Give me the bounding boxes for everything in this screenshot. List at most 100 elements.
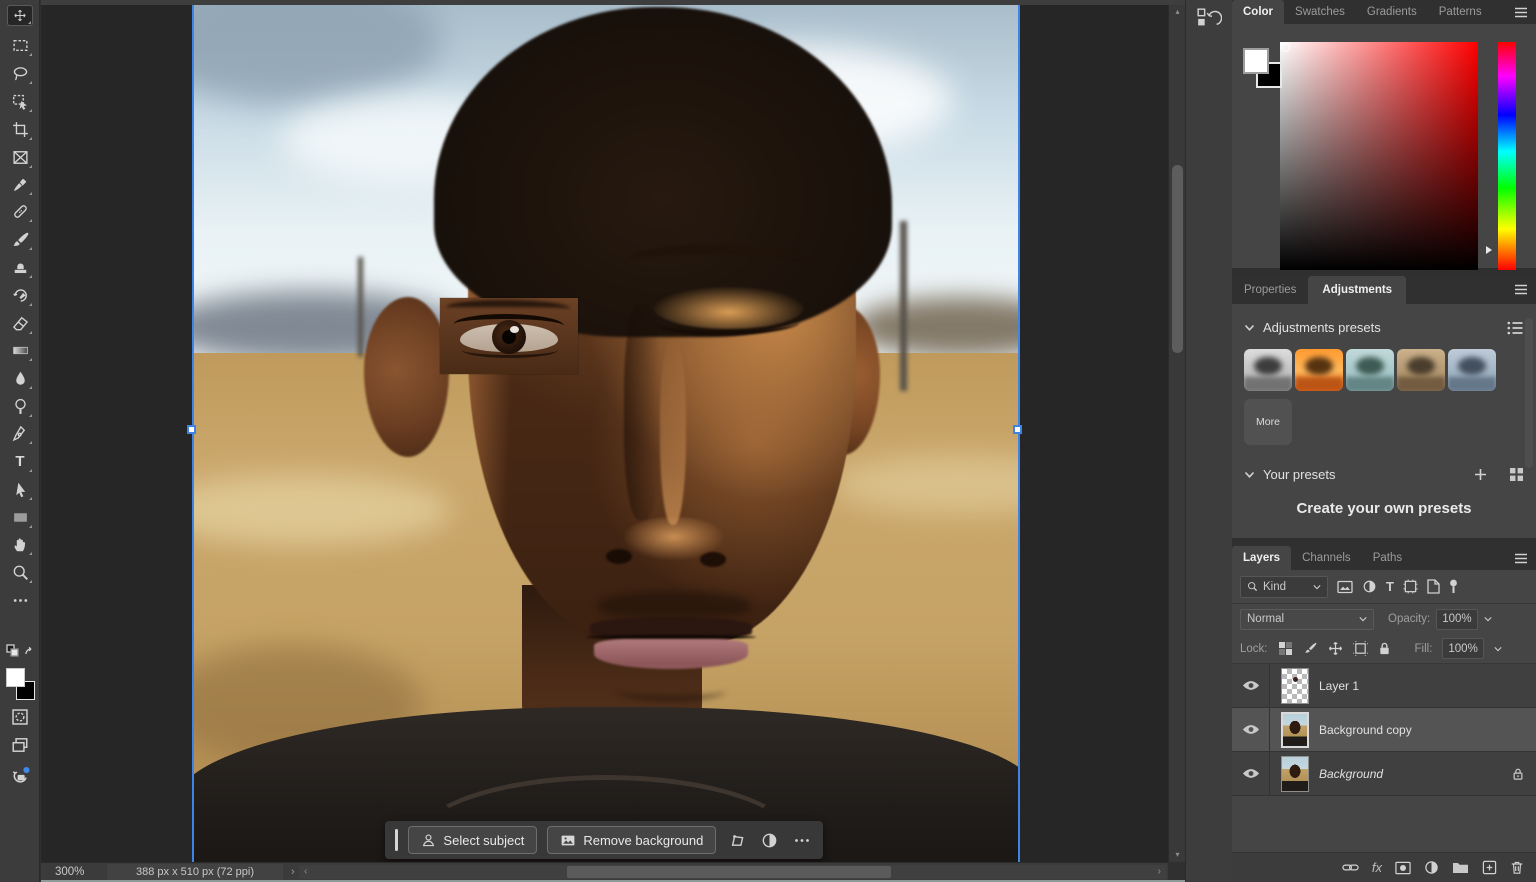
crop-tool[interactable]: [7, 117, 33, 141]
tab-patterns[interactable]: Patterns: [1428, 0, 1493, 24]
scroll-right-arrow[interactable]: ›: [1158, 865, 1161, 879]
visibility-eye-icon[interactable]: [1232, 664, 1270, 707]
preset-thumbnail-sepia[interactable]: [1397, 349, 1445, 391]
horizontal-scroll-thumb[interactable]: [567, 866, 891, 878]
layer-name[interactable]: Background copy: [1319, 723, 1536, 737]
filter-smart-objects-icon[interactable]: [1427, 579, 1440, 594]
marquee-tool[interactable]: [7, 33, 33, 57]
tab-adjustments[interactable]: Adjustments: [1308, 276, 1407, 304]
rectangle-tool[interactable]: [7, 505, 33, 529]
layer-row-background-copy[interactable]: Background copy: [1232, 708, 1536, 752]
layer-row-background[interactable]: Background: [1232, 752, 1536, 796]
version-history-panel-icon[interactable]: [1196, 7, 1222, 33]
grid-view-icon[interactable]: [1509, 467, 1524, 482]
canvas-vertical-scrollbar[interactable]: ▴ ▾: [1168, 5, 1185, 862]
opacity-dropdown-chevron-icon[interactable]: [1484, 616, 1492, 622]
swap-colors-mini[interactable]: [5, 644, 35, 660]
filter-pixel-layers-icon[interactable]: [1337, 580, 1353, 594]
type-tool[interactable]: T: [7, 449, 33, 473]
scroll-down-arrow[interactable]: ▾: [1169, 850, 1186, 860]
color-picker-marker[interactable]: [1281, 43, 1290, 52]
collapse-chevron-icon[interactable]: [1244, 471, 1255, 479]
vertical-scroll-thumb[interactable]: [1172, 165, 1183, 353]
adjustments-scrollbar[interactable]: [1525, 318, 1533, 468]
pasted-eye-layer[interactable]: [440, 298, 578, 374]
layers-panel-menu-icon[interactable]: [1514, 553, 1528, 564]
document-info[interactable]: 388 px x 510 px (72 ppi): [107, 863, 283, 880]
more-tools-ellipsis[interactable]: [7, 588, 33, 612]
share-capture-button[interactable]: [7, 763, 33, 787]
lock-transparency-icon[interactable]: [1278, 641, 1293, 656]
preset-thumbnail-cool-teal[interactable]: [1346, 349, 1394, 391]
lock-artboard-icon[interactable]: [1352, 641, 1368, 656]
fill-dropdown-chevron-icon[interactable]: [1494, 646, 1502, 652]
eraser-tool[interactable]: [7, 311, 33, 335]
transform-handle-left[interactable]: [187, 425, 196, 434]
new-group-folder-icon[interactable]: [1452, 861, 1469, 874]
fill-value-box[interactable]: 100%: [1442, 638, 1484, 659]
delete-layer-trash-icon[interactable]: [1510, 860, 1524, 875]
color-panel-menu-icon[interactable]: [1514, 7, 1528, 18]
tab-paths[interactable]: Paths: [1362, 546, 1413, 570]
more-options-ellipsis[interactable]: [791, 827, 813, 853]
layer-name[interactable]: Background: [1319, 767, 1512, 781]
taskbar-drag-handle[interactable]: [395, 829, 399, 851]
lasso-tool[interactable]: [7, 61, 33, 85]
frame-tool[interactable]: [7, 145, 33, 169]
add-preset-icon[interactable]: [1474, 468, 1487, 481]
new-adjustment-layer-icon[interactable]: [1424, 860, 1439, 875]
quick-mask-button[interactable]: [7, 705, 33, 729]
saturation-brightness-field[interactable]: [1280, 42, 1478, 270]
hand-tool[interactable]: [7, 532, 33, 556]
add-layer-mask-icon[interactable]: [1395, 861, 1411, 875]
spot-healing-brush-tool[interactable]: [7, 199, 33, 223]
move-tool[interactable]: [7, 5, 33, 26]
dodge-tool[interactable]: [7, 394, 33, 418]
lock-all-icon[interactable]: [1378, 641, 1391, 656]
clone-stamp-tool[interactable]: [7, 255, 33, 279]
filter-kind-dropdown[interactable]: Kind: [1240, 575, 1328, 598]
history-brush-tool[interactable]: [7, 283, 33, 307]
pen-tool[interactable]: [7, 421, 33, 445]
visibility-eye-icon[interactable]: [1232, 752, 1270, 795]
layer-thumbnail-transparent[interactable]: [1281, 667, 1309, 704]
tab-channels[interactable]: Channels: [1291, 546, 1362, 570]
blur-tool[interactable]: [7, 366, 33, 390]
foreground-color-swatch[interactable]: [6, 668, 25, 687]
layer-style-fx-button[interactable]: fx: [1372, 860, 1382, 875]
tab-gradients[interactable]: Gradients: [1356, 0, 1428, 24]
filter-toggle-pin-icon[interactable]: [1449, 579, 1458, 594]
filter-adjustment-layers-icon[interactable]: [1362, 579, 1377, 594]
scroll-left-arrow[interactable]: ‹: [304, 865, 307, 879]
filter-shape-layers-icon[interactable]: [1403, 579, 1418, 594]
layer-thumbnail-portrait[interactable]: [1281, 755, 1309, 792]
preset-thumbnail-black-and-white[interactable]: [1244, 349, 1292, 391]
color-panel-foreground-swatch[interactable]: [1243, 48, 1269, 74]
remove-background-button[interactable]: Remove background: [547, 826, 717, 854]
brush-tool[interactable]: [7, 227, 33, 251]
layer-name[interactable]: Layer 1: [1319, 679, 1536, 693]
tab-color[interactable]: Color: [1232, 0, 1285, 24]
object-selection-tool[interactable]: [7, 89, 33, 113]
layer-thumbnail-portrait[interactable]: [1281, 711, 1309, 748]
filter-type-layers-icon[interactable]: T: [1386, 579, 1394, 594]
hue-slider[interactable]: [1498, 42, 1516, 270]
hue-slider-arrow[interactable]: [1486, 246, 1492, 254]
tab-layers[interactable]: Layers: [1232, 546, 1292, 570]
adjustment-icon-button[interactable]: [759, 827, 781, 853]
select-subject-button[interactable]: Select subject: [408, 826, 538, 854]
list-view-icon[interactable]: [1507, 321, 1524, 335]
document-canvas[interactable]: [192, 5, 1020, 862]
lock-pixels-icon[interactable]: [1303, 641, 1318, 656]
layer-row-layer-1[interactable]: Layer 1: [1232, 664, 1536, 708]
tab-properties[interactable]: Properties: [1232, 276, 1308, 304]
gradient-tool[interactable]: [7, 338, 33, 362]
link-layers-icon[interactable]: [1342, 861, 1359, 874]
canvas-horizontal-scrollbar[interactable]: ‹ ›: [299, 865, 1166, 879]
collapse-chevron-icon[interactable]: [1244, 324, 1255, 332]
adjustments-panel-menu-icon[interactable]: [1514, 284, 1528, 295]
zoom-tool[interactable]: [7, 560, 33, 584]
zoom-level[interactable]: 300%: [41, 866, 107, 878]
tab-swatches[interactable]: Swatches: [1284, 0, 1356, 24]
lock-position-icon[interactable]: [1328, 641, 1343, 656]
